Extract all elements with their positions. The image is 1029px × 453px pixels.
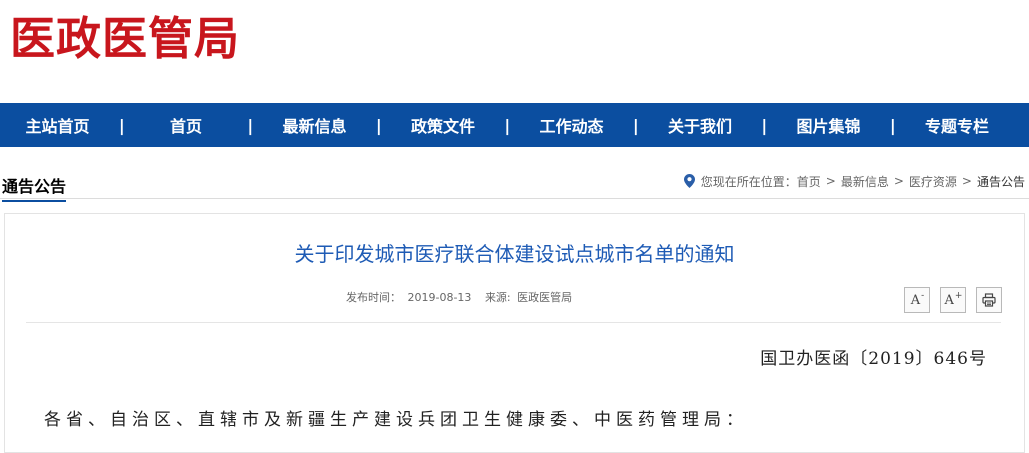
nav-separator: |: [247, 115, 254, 135]
breadcrumb: 您现在所在位置： 首页 > 最新信息 > 医疗资源 > 通告公告: [683, 172, 1025, 190]
nav-item-latest-info[interactable]: 最新信息: [257, 113, 372, 137]
nav-item-photo-gallery[interactable]: 图片集锦: [771, 113, 886, 137]
article-meta: 发布时间： 2019-08-13 来源: 医政医管局: [346, 289, 575, 305]
font-increase-icon: A+: [944, 290, 963, 308]
nav-separator: |: [504, 115, 511, 135]
breadcrumb-prefix: 您现在所在位置：: [700, 174, 797, 189]
breadcrumb-medical-resources[interactable]: 医疗资源: [909, 173, 957, 190]
breadcrumb-current[interactable]: 通告公告: [977, 173, 1025, 190]
breadcrumb-home[interactable]: 首页: [797, 173, 821, 190]
breadcrumb-separator: >: [893, 174, 904, 188]
nav-separator: |: [632, 115, 639, 135]
decrease-font-button[interactable]: A-: [904, 287, 930, 313]
font-decrease-icon: A-: [910, 290, 925, 308]
nav-separator: |: [375, 115, 382, 135]
nav-separator: |: [889, 115, 896, 135]
article-salutation: 各省、自治区、直辖市及新疆生产建设兵团卫生健康委、中医药管理局：: [44, 410, 748, 430]
breadcrumb-separator: >: [961, 174, 972, 188]
print-button[interactable]: [976, 287, 1002, 313]
increase-font-button[interactable]: A+: [940, 287, 966, 313]
nav-item-work-news[interactable]: 工作动态: [514, 113, 629, 137]
source-value: 医政医管局: [517, 291, 573, 304]
printer-icon: [982, 293, 996, 307]
breadcrumb-latest-info[interactable]: 最新信息: [841, 173, 889, 190]
nav-item-home[interactable]: 首页: [129, 113, 244, 137]
nav-item-about-us[interactable]: 关于我们: [643, 113, 758, 137]
site-header: 医政医管局: [0, 0, 1029, 103]
publish-label: 发布时间：: [346, 291, 401, 304]
nav-item-main-home[interactable]: 主站首页: [0, 113, 115, 137]
nav-separator: |: [761, 115, 768, 135]
meta-divider: [26, 322, 1001, 323]
document-number: 国卫办医函〔2019〕646号: [760, 349, 987, 369]
nav-item-policy-documents[interactable]: 政策文件: [386, 113, 501, 137]
source-label: 来源:: [484, 291, 511, 304]
publish-date: 2019-08-13: [407, 291, 472, 304]
location-pin-icon: [683, 174, 695, 188]
article-title: 关于印发城市医疗联合体建设试点城市名单的通知: [294, 242, 735, 266]
main-nav: 主站首页 | 首页 | 最新信息 | 政策文件 | 工作动态 | 关于我们 | …: [0, 103, 1029, 147]
section-divider: [0, 198, 1029, 199]
breadcrumb-separator: >: [825, 174, 836, 188]
nav-item-special-topics[interactable]: 专题专栏: [900, 113, 1015, 137]
site-logo[interactable]: 医政医管局: [10, 10, 240, 68]
nav-separator: |: [118, 115, 125, 135]
